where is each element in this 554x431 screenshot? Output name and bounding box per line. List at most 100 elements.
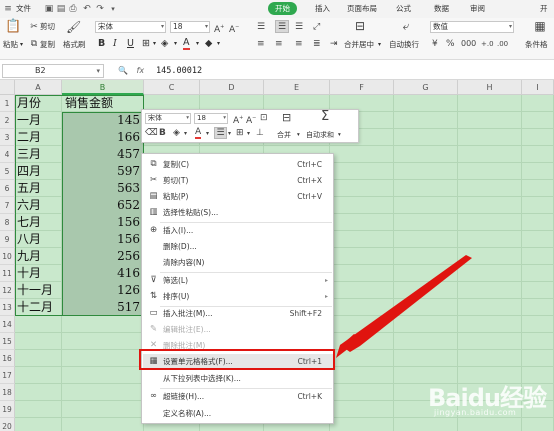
cut-button[interactable]: 剪切 <box>40 22 55 32</box>
mini-toolbar-icon[interactable]: ⊡ <box>260 113 268 124</box>
cell-b13[interactable]: 517 <box>62 299 140 316</box>
sigma-icon[interactable]: Σ <box>321 110 329 123</box>
tab-data[interactable]: 数据 <box>434 3 449 15</box>
formula-input[interactable]: 145.00012 <box>156 64 202 78</box>
format-painter-icon[interactable]: 🖌 <box>66 21 81 33</box>
increase-decimal-icon[interactable]: +.0 <box>481 38 494 50</box>
name-box[interactable]: B2 ▾ <box>2 64 104 78</box>
tab-review[interactable]: 审阅 <box>470 3 485 15</box>
underline-icon[interactable]: U <box>127 38 134 50</box>
menu-item-define-name[interactable]: 定义名称(A)... <box>143 406 334 422</box>
row-header-6[interactable]: 6 <box>0 180 15 197</box>
cell-b1[interactable]: 销售金额 <box>62 95 140 112</box>
align-left-icon[interactable]: ≡ <box>257 38 265 50</box>
menu-item-insert-comment[interactable]: ▭ 插入批注(M)... Shift+F2 <box>143 306 334 322</box>
cell-a4[interactable]: 三月 <box>17 146 41 163</box>
fx-button[interactable]: fx <box>137 66 145 75</box>
wrap-text-button[interactable]: 自动换行 <box>389 40 419 50</box>
scissors-icon[interactable]: ✂ <box>29 21 39 33</box>
menu-item-cut[interactable]: ✂ 剪切(T) Ctrl+X <box>143 173 334 189</box>
eraser-icon[interactable]: ◆ <box>205 38 212 50</box>
cell-a10[interactable]: 九月 <box>17 248 41 265</box>
column-header-d[interactable]: D <box>200 80 264 95</box>
tab-formula[interactable]: 公式 <box>396 3 411 15</box>
row-header-12[interactable]: 12 <box>0 282 15 299</box>
column-header-e[interactable]: E <box>264 80 330 95</box>
copy-button[interactable]: 复制 <box>40 40 55 50</box>
tab-insert[interactable]: 插入 <box>315 3 330 15</box>
wrap-text-icon[interactable]: ⤶ <box>398 20 414 32</box>
bold-icon[interactable]: B <box>159 128 166 139</box>
row-header-19[interactable]: 19 <box>0 401 15 418</box>
chevron-down-icon[interactable]: ▾ <box>196 38 199 50</box>
file-menu[interactable]: 文件 <box>16 3 31 15</box>
print-icon[interactable]: ⎙ <box>68 4 78 14</box>
cell-a3[interactable]: 二月 <box>17 129 41 146</box>
clear-icon[interactable]: ⌫ <box>145 128 158 139</box>
increase-font-icon[interactable]: A+ <box>214 21 224 36</box>
row-header-9[interactable]: 9 <box>0 231 15 248</box>
cell-b6[interactable]: 563 <box>62 180 140 197</box>
bold-icon[interactable]: B <box>98 38 105 50</box>
distribute-icon[interactable]: ≣ <box>313 38 321 50</box>
paste-button[interactable]: 粘贴 <box>3 40 18 50</box>
chevron-down-icon[interactable]: ▾ <box>247 128 250 139</box>
mini-font-name-select[interactable]: 宋体 ▾ <box>145 113 191 124</box>
folder-icon[interactable]: ▤ <box>56 4 66 14</box>
row-header-3[interactable]: 3 <box>0 129 15 146</box>
mini-font-size-select[interactable]: 18 ▾ <box>194 113 228 124</box>
merge-icon[interactable]: ⊟ <box>282 112 291 123</box>
format-painter-button[interactable]: 格式刷 <box>63 40 86 50</box>
row-header-14[interactable]: 14 <box>0 316 15 333</box>
save-icon[interactable]: ▣ <box>44 4 54 14</box>
menu-item-copy[interactable]: ⧉ 复制(C) Ctrl+C <box>143 157 334 173</box>
cell-a1[interactable]: 月份 <box>17 95 41 112</box>
align-center-icon[interactable]: ≡ <box>275 38 283 50</box>
row-header-15[interactable]: 15 <box>0 333 15 350</box>
cell-b10[interactable]: 256 <box>62 248 140 265</box>
zoom-icon[interactable]: 🔍 <box>118 66 128 75</box>
align-top-icon[interactable]: ☰ <box>257 21 265 33</box>
menu-item-clear-contents[interactable]: 清除内容(N) <box>143 255 334 271</box>
column-header-c[interactable]: C <box>144 80 200 95</box>
column-header-i[interactable]: I <box>522 80 554 95</box>
tab-page-layout[interactable]: 页面布局 <box>347 3 377 15</box>
row-header-11[interactable]: 11 <box>0 265 15 282</box>
fill-color-icon[interactable]: ◈ <box>161 38 168 50</box>
increase-font-icon[interactable]: A+ <box>233 113 243 127</box>
chevron-down-icon[interactable]: ▾ <box>184 128 187 139</box>
border-icon[interactable]: ⊞ <box>236 128 244 139</box>
cell-b4[interactable]: 457 <box>62 146 140 163</box>
undo-icon[interactable]: ↶ <box>82 4 92 14</box>
cell-a6[interactable]: 五月 <box>17 180 41 197</box>
currency-icon[interactable]: ¥ <box>432 38 438 50</box>
number-format-select[interactable]: 数值 ▾ <box>430 21 514 33</box>
chevron-down-icon[interactable]: ▾ <box>153 38 156 50</box>
row-header-13[interactable]: 13 <box>0 299 15 316</box>
cell-a5[interactable]: 四月 <box>17 163 41 180</box>
row-header-8[interactable]: 8 <box>0 214 15 231</box>
mini-merge-button[interactable]: 合并 <box>277 130 291 140</box>
menu-item-hyperlink[interactable]: ∞ 超链接(H)... Ctrl+K <box>143 389 334 405</box>
column-header-f[interactable]: F <box>330 80 394 95</box>
merge-center-button[interactable]: 合并居中 <box>344 40 374 50</box>
menu-item-sort[interactable]: ⇅ 排序(U) ▸ <box>143 289 334 305</box>
mini-autosum-button[interactable]: 自动求和 <box>306 130 334 140</box>
percent-icon[interactable]: % <box>446 38 455 50</box>
row-header-10[interactable]: 10 <box>0 248 15 265</box>
cell-a12[interactable]: 十一月 <box>17 282 53 299</box>
menu-item-insert[interactable]: ⊕ 插入(I)... <box>143 223 334 239</box>
font-color-icon[interactable]: A <box>195 128 202 139</box>
chevron-down-icon[interactable]: ▾ <box>206 128 209 139</box>
row-header-17[interactable]: 17 <box>0 367 15 384</box>
row-header-1[interactable]: 1 <box>0 95 15 112</box>
cell-a7[interactable]: 六月 <box>17 197 41 214</box>
conditional-format-icon[interactable]: ▦ <box>533 20 547 32</box>
border-icon[interactable]: ⊞ <box>142 38 150 50</box>
chevron-down-icon[interactable]: ▾ <box>174 38 177 50</box>
menu-item-pick-from-list[interactable]: 从下拉列表中选择(K)... <box>143 371 334 387</box>
copy-icon[interactable]: ⧉ <box>29 38 39 50</box>
chevron-down-icon[interactable]: ▾ <box>217 38 220 50</box>
indent-icon[interactable]: ⇥ <box>330 38 338 50</box>
row-header-7[interactable]: 7 <box>0 197 15 214</box>
